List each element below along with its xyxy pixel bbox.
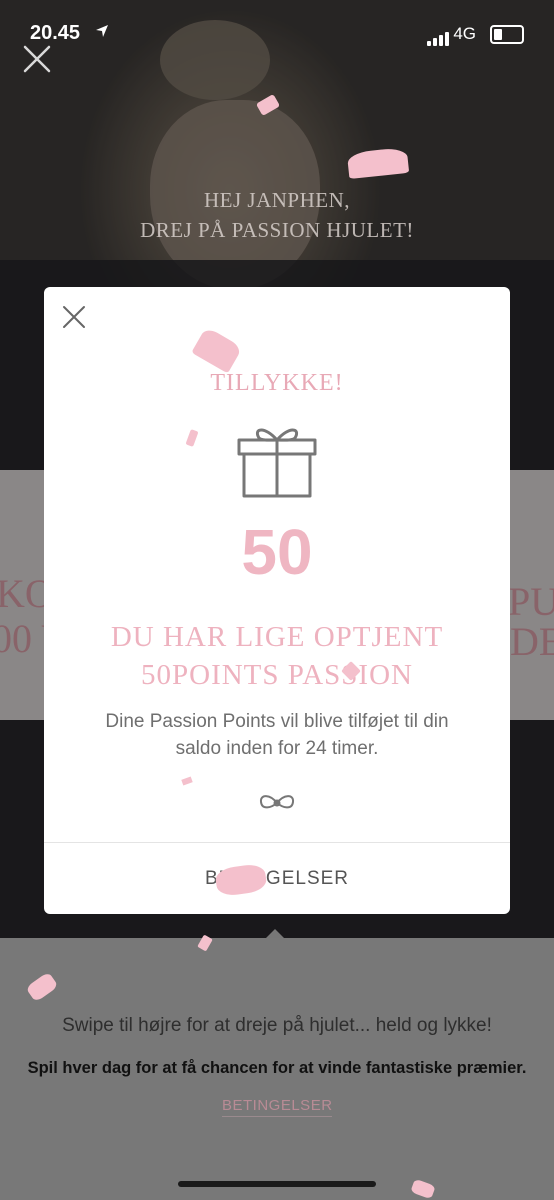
network-type: 4G: [453, 24, 476, 43]
points-value: 50: [241, 516, 313, 588]
info-line-2: saldo inden for 24 timer.: [175, 738, 379, 759]
signal-icon: [427, 28, 451, 46]
gift-icon: [235, 422, 319, 500]
close-icon[interactable]: [61, 304, 87, 330]
modal-title: TILLYKKE!: [210, 370, 344, 396]
earned-line-1: DU HAR LIGE OPTJENT: [110, 621, 444, 653]
close-icon[interactable]: [22, 44, 52, 74]
daily-play-text: Spil hver dag for at få chancen for at v…: [27, 1059, 527, 1077]
greeting-line-1: HEJ JANPHEN,: [203, 188, 350, 212]
modal-terms-link[interactable]: BETINGELSER: [44, 843, 510, 914]
greeting: HEJ JANPHEN, DREJ PÅ PASSION HJULET!: [0, 185, 554, 245]
swipe-instruction: Swipe til højre for at dreje på hjulet..…: [62, 1015, 492, 1036]
earned-message: DU HAR LIGE OPTJENT 50POINTS PASSION: [0, 618, 554, 694]
bow-icon: [258, 792, 296, 814]
greeting-line-2: DREJ PÅ PASSION HJULET!: [140, 218, 414, 242]
status-bar: 20.45 4G: [0, 18, 554, 52]
home-indicator: [178, 1181, 376, 1187]
location-arrow-icon: [95, 24, 109, 43]
info-line-1: Dine Passion Points vil blive tilføjet t…: [105, 711, 449, 732]
status-time: 20.45: [30, 22, 81, 44]
earned-line-2: 50POINTS PASSION: [141, 659, 413, 691]
bottom-terms-link[interactable]: BETINGELSER: [222, 1097, 332, 1117]
info-text: Dine Passion Points vil blive tilføjet t…: [0, 708, 554, 762]
battery-icon: [490, 25, 524, 44]
